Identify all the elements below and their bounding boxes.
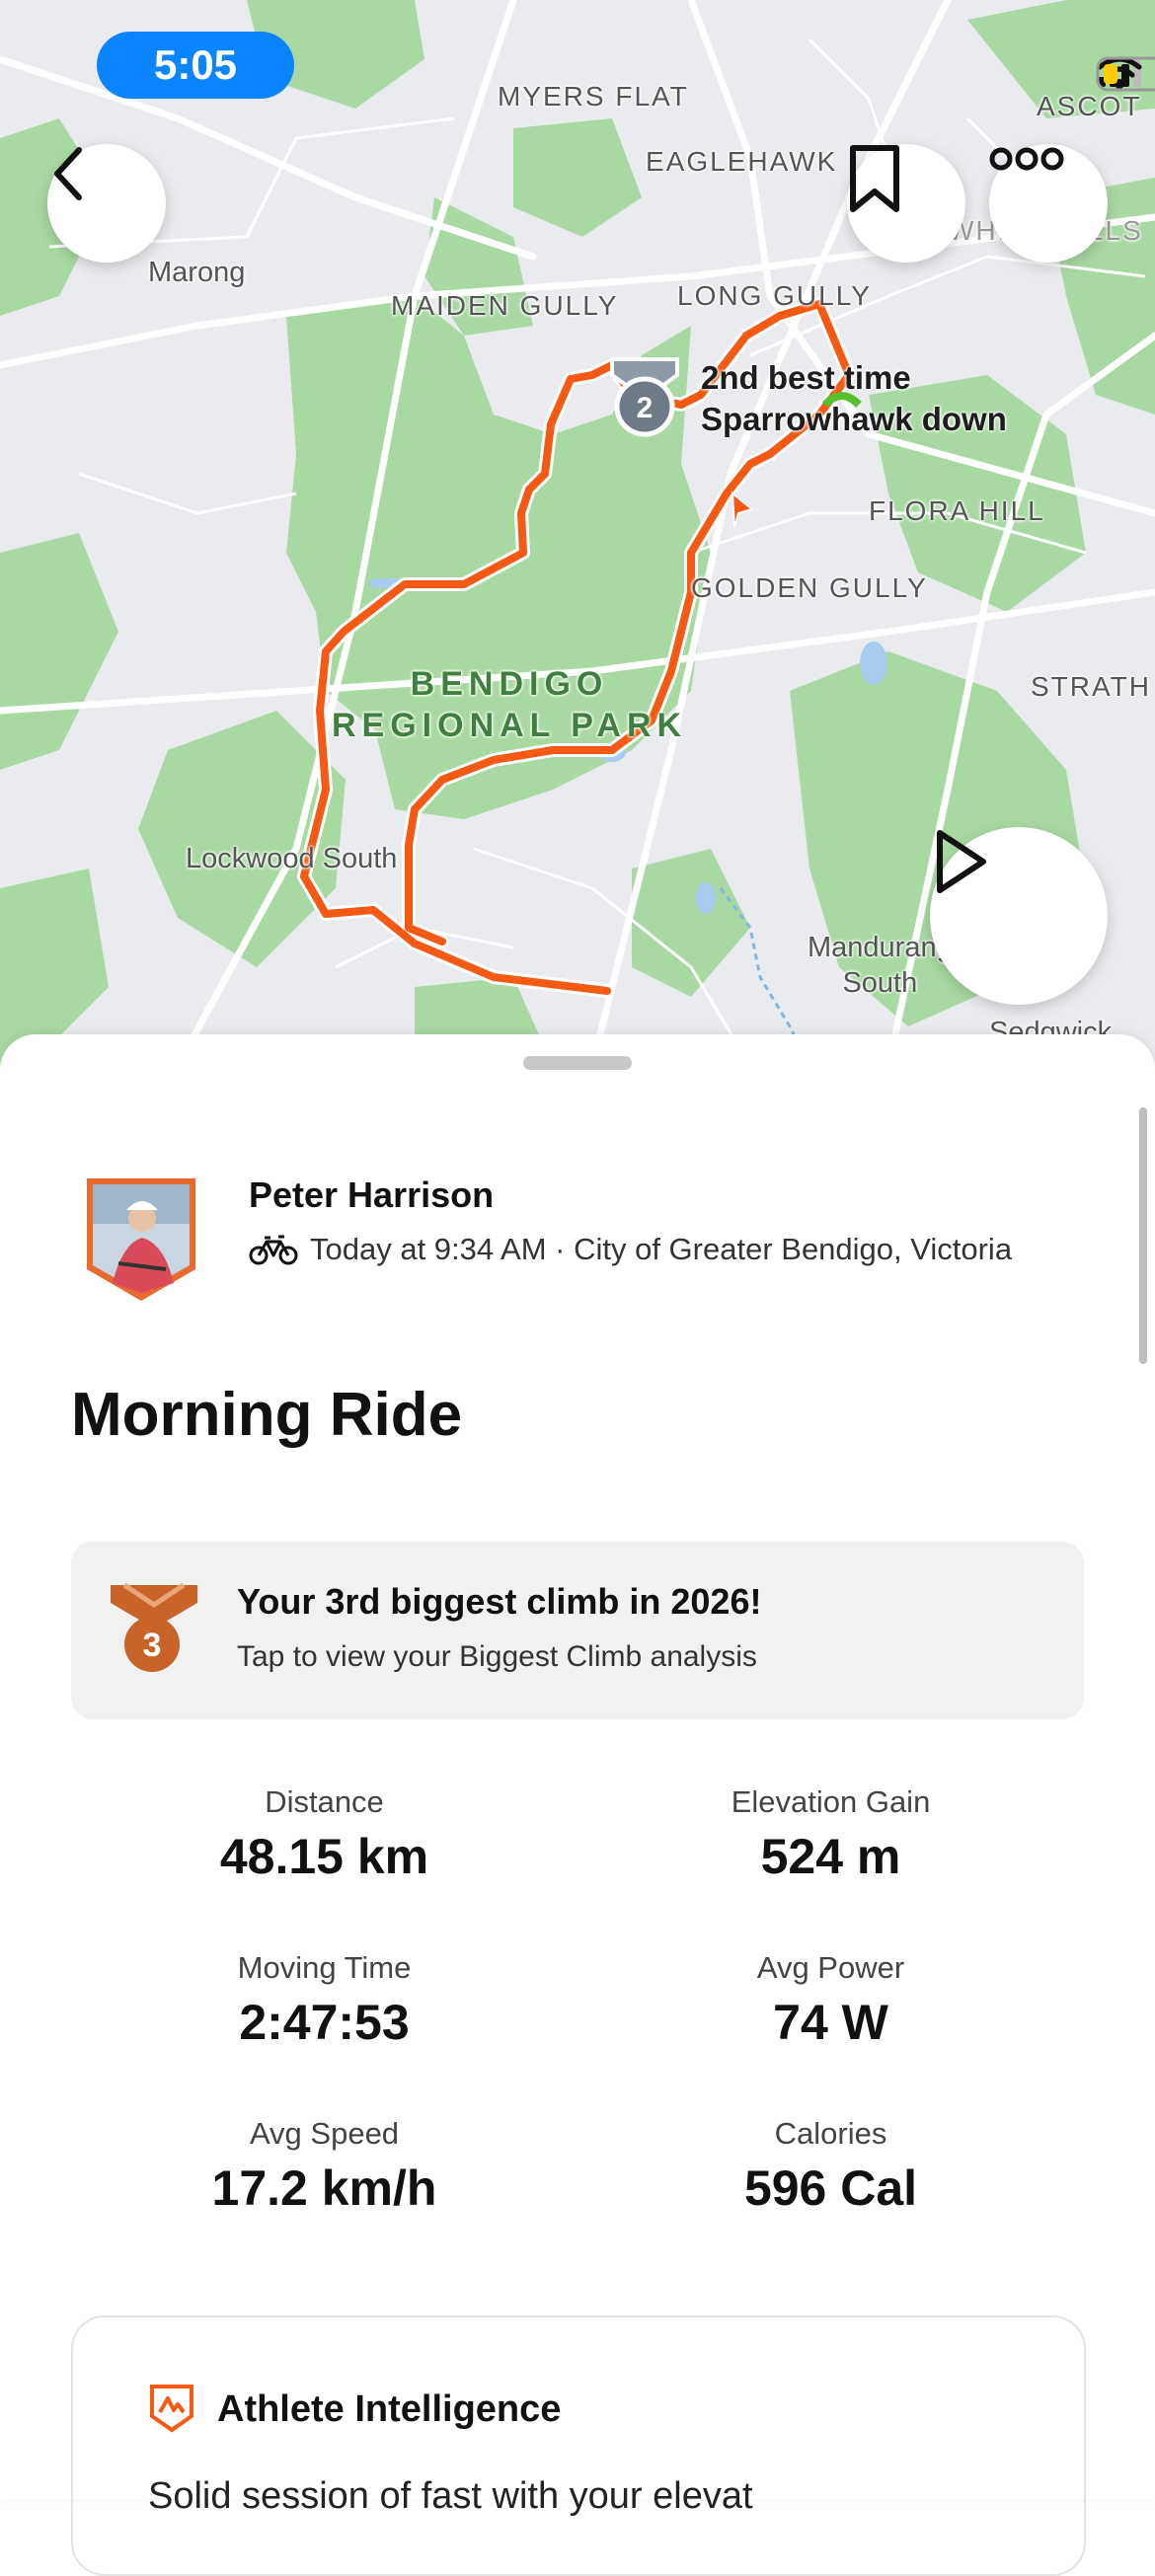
activity-sheet[interactable]: Peter Harrison Today at 9:34 AM · City o… <box>0 1034 1155 2576</box>
stat-label: Calories <box>774 2116 887 2151</box>
bookmark-button[interactable] <box>847 144 965 263</box>
map-label-ascot: ASCOT <box>1037 91 1142 121</box>
battery-icon <box>1096 56 1155 92</box>
athlete-intelligence-title: Athlete Intelligence <box>217 2388 562 2430</box>
achievement-rank: 3 <box>143 1627 162 1664</box>
stat-moving-time: Moving Time 2:47:53 <box>71 1950 578 2051</box>
achievement-line-1: 2nd best time <box>701 359 911 396</box>
activity-title: Morning Ride <box>71 1381 463 1449</box>
sheet-drag-handle[interactable] <box>523 1056 632 1070</box>
stat-label: Distance <box>265 1784 384 1819</box>
stat-value: 596 Cal <box>743 2160 918 2216</box>
athlete-intelligence-icon <box>148 2383 195 2439</box>
map-achievement-label[interactable]: 2nd best time Sparrowhawk down <box>701 357 1007 440</box>
stat-value: 48.15 km <box>219 1829 429 1884</box>
map-label-park: BENDIGO REGIONAL PARK <box>332 663 687 746</box>
achievement-line-2: Sparrowhawk down <box>701 401 1007 437</box>
activity-meta: Today at 9:34 AM · City of Greater Bendi… <box>249 1232 1012 1267</box>
back-button[interactable] <box>47 144 166 263</box>
stat-calories: Calories 596 Cal <box>578 2116 1084 2217</box>
stat-value: 17.2 km/h <box>211 2160 437 2216</box>
mandurang-line-1: Mandurang <box>808 932 953 963</box>
stat-label: Avg Speed <box>249 2116 400 2151</box>
athlete-intelligence-body: Solid session of fast with your elevat <box>148 2475 753 2517</box>
map-medal-rank: 2 <box>637 392 654 424</box>
bronze-medal-icon: 3 <box>107 1581 201 1685</box>
map-label-long-gully: LONG GULLY <box>677 280 872 311</box>
park-line-1: BENDIGO <box>410 665 609 703</box>
stat-avg-power: Avg Power 74 W <box>578 1950 1084 2051</box>
activity-meta-text: Today at 9:34 AM · City of Greater Bendi… <box>310 1232 1013 1266</box>
bookmark-icon <box>850 145 899 212</box>
stat-distance: Distance 48.15 km <box>71 1784 578 1885</box>
status-time: 5:05 <box>97 32 294 99</box>
athlete-intelligence-card[interactable]: Athlete Intelligence Solid session of fa… <box>71 2315 1086 2576</box>
achievement-title: Your 3rd biggest climb in 2026! <box>237 1581 762 1622</box>
map-label-eaglehawk: EAGLEHAWK <box>646 146 838 177</box>
athlete-name[interactable]: Peter Harrison <box>249 1174 494 1216</box>
play-flyover-button[interactable] <box>930 827 1108 1005</box>
map-label-marong: Marong <box>148 257 246 288</box>
play-icon <box>937 830 986 893</box>
stat-avg-speed: Avg Speed 17.2 km/h <box>71 2116 578 2217</box>
more-options-button[interactable] <box>989 144 1108 263</box>
athlete-avatar[interactable] <box>83 1174 199 1305</box>
stat-label: Elevation Gain <box>731 1784 931 1819</box>
stat-value: 74 W <box>773 1995 888 2050</box>
park-line-2: REGIONAL PARK <box>332 707 688 744</box>
map-label-flora-hill: FLORA HILL <box>869 495 1045 526</box>
stat-value: 524 m <box>760 1829 901 1884</box>
map-label-strath: STRATH <box>1031 671 1151 702</box>
map-label-mandurang: Mandurang South <box>808 930 953 1001</box>
mandurang-line-2: South <box>842 967 918 999</box>
stat-label: Avg Power <box>756 1950 905 1985</box>
more-dots-icon <box>989 147 1064 171</box>
stat-label: Moving Time <box>237 1950 412 1985</box>
map-label-maiden-gully: MAIDEN GULLY <box>391 290 619 321</box>
biggest-climb-card[interactable]: 3 Your 3rd biggest climb in 2026! Tap to… <box>71 1542 1084 1719</box>
scrollbar[interactable] <box>1139 1107 1147 1364</box>
route-map[interactable]: MYERS FLAT ASCOT EAGLEHAWK Marong MAIDEN… <box>0 0 1155 1066</box>
chevron-left-icon <box>54 147 82 200</box>
stat-value: 2:47:53 <box>239 1995 410 2050</box>
map-label-lockwood-south: Lockwood South <box>186 843 398 874</box>
achievement-subtitle: Tap to view your Biggest Climb analysis <box>237 1640 757 1673</box>
map-label-myers-flat: MYERS FLAT <box>498 81 689 112</box>
stat-elevation-gain: Elevation Gain 524 m <box>578 1784 1084 1885</box>
map-label-golden-gully: GOLDEN GULLY <box>691 572 928 603</box>
bike-icon <box>249 1235 298 1265</box>
